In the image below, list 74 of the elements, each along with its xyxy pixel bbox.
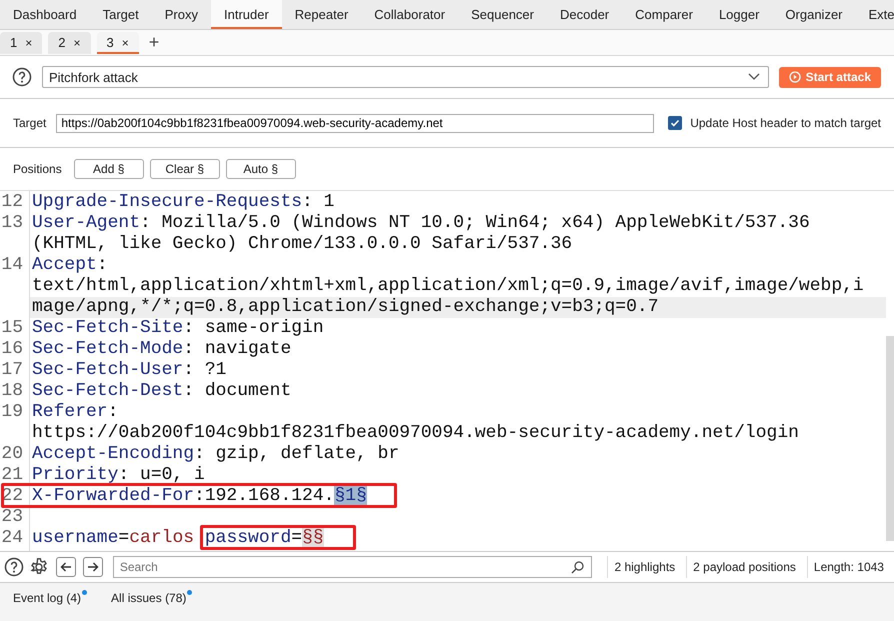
module-tab[interactable]: Intruder xyxy=(210,0,282,29)
code-line: Upgrade-Insecure-Requests: 1 xyxy=(31,192,334,213)
scrollbar[interactable] xyxy=(886,336,894,541)
update-host-label: Update Host header to match target xyxy=(690,116,881,130)
position-button[interactable]: Clear § xyxy=(150,159,220,179)
code-line: X-Forwarded-For:192.168.124.§1§ xyxy=(31,486,367,507)
code-line: Sec-Fetch-Mode: navigate xyxy=(31,339,292,360)
module-tab[interactable]: Logger xyxy=(706,0,772,29)
module-tab[interactable]: Decoder xyxy=(547,0,622,29)
add-tab-button[interactable]: + xyxy=(144,32,164,53)
positions-label: Positions xyxy=(13,162,62,176)
code-line: Referer: xyxy=(31,402,118,423)
module-tab[interactable]: Repeater xyxy=(282,0,362,29)
line-number: 24 xyxy=(0,528,24,549)
module-tab[interactable]: Organizer xyxy=(772,0,856,29)
status-text: Length: 1043 xyxy=(806,556,890,578)
module-tab[interactable]: Collaborator xyxy=(361,0,458,29)
line-number: 23 xyxy=(0,507,24,528)
close-icon[interactable]: × xyxy=(122,36,129,50)
status-text: 2 highlights xyxy=(607,556,682,578)
arrow-right-icon xyxy=(86,561,99,573)
module-tab[interactable]: Target xyxy=(90,0,152,29)
play-icon xyxy=(788,71,801,83)
module-tab[interactable]: Exte xyxy=(856,0,894,29)
update-host-checkbox[interactable] xyxy=(668,116,682,130)
line-number: 19 xyxy=(0,402,24,423)
line-number: 17 xyxy=(0,360,24,381)
code-line: Accept-Encoding: gzip, deflate, br xyxy=(31,444,400,465)
help-icon[interactable] xyxy=(4,557,24,577)
arrow-left-icon xyxy=(60,561,72,573)
code-line: Accept: xyxy=(31,255,108,276)
module-tab[interactable]: Comparer xyxy=(622,0,706,29)
line-number: 21 xyxy=(0,465,24,486)
code-line: username=carlos password=§§ xyxy=(31,528,324,549)
line-number: 14 xyxy=(0,255,24,276)
forward-button[interactable] xyxy=(82,557,103,577)
target-url-field[interactable]: https://0ab200f104c9bb1f8231fbea00970094.web-security-academy.net xyxy=(56,114,654,132)
attack-type-dropdown[interactable]: Pitchfork attack xyxy=(42,66,769,88)
chevron-down-icon xyxy=(748,73,760,81)
checkmark-icon xyxy=(670,118,680,128)
position-button[interactable]: Add § xyxy=(74,159,144,179)
position-button[interactable]: Auto § xyxy=(226,159,296,179)
line-number: 13 xyxy=(0,213,24,234)
attack-tab[interactable]: 2 × xyxy=(48,32,90,54)
code-line: Sec-Fetch-User: ?1 xyxy=(31,360,226,381)
search-icon xyxy=(571,561,584,574)
close-icon[interactable]: × xyxy=(73,36,80,50)
line-number: 18 xyxy=(0,381,24,402)
module-tab[interactable]: Sequencer xyxy=(458,0,547,29)
target-label: Target xyxy=(13,116,46,130)
panel-tab[interactable]: All issues (78) xyxy=(111,591,186,621)
attack-tab[interactable]: 3 × xyxy=(96,32,139,54)
line-number: 20 xyxy=(0,444,24,465)
code-line: Sec-Fetch-Dest: document xyxy=(31,381,292,402)
line-number: 16 xyxy=(0,339,24,360)
close-icon[interactable]: × xyxy=(25,36,32,50)
request-editor[interactable] xyxy=(0,190,894,552)
code-line: Sec-Fetch-Site: same-origin xyxy=(31,318,324,339)
module-tab[interactable]: Proxy xyxy=(152,0,211,29)
module-tab[interactable]: Dashboard xyxy=(0,0,90,29)
panel-tab[interactable]: Event log (4) xyxy=(13,591,82,621)
code-line: text/html,application/xhtml+xml,application/xml;q=0.9,image/avif,image/webp,i xyxy=(31,276,864,297)
line-number: 12 xyxy=(0,192,24,213)
back-button[interactable] xyxy=(56,557,76,577)
attack-tab[interactable]: 1 × xyxy=(0,32,42,54)
code-line: https://0ab200f104c9bb1f8231fbea00970094.web-security-academy.net/login xyxy=(31,423,799,444)
settings-icon[interactable] xyxy=(29,557,49,577)
search-field[interactable]: Search xyxy=(112,556,592,578)
code-line: Priority: u=0, i xyxy=(31,465,205,486)
help-icon[interactable] xyxy=(12,67,32,87)
code-line: User-Agent: Mozilla/5.0 (Windows NT 10.0; Win64; x64) AppleWebKit/537.36 xyxy=(31,213,810,234)
code-line: (KHTML, like Gecko) Chrome/133.0.0.0 Safari/537.36 xyxy=(31,234,572,255)
status-text: 2 payload positions xyxy=(686,556,802,578)
line-number: 15 xyxy=(0,318,24,339)
